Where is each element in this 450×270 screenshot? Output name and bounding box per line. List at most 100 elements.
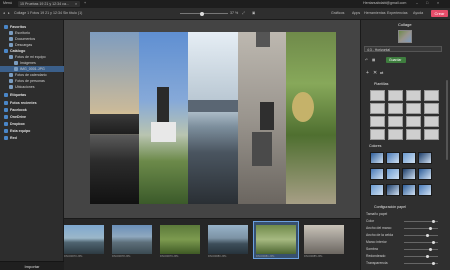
layout-template[interactable] <box>406 116 421 127</box>
undo-icon[interactable]: ↶ <box>365 58 368 62</box>
layout-template[interactable] <box>388 129 403 140</box>
sidebar-item[interactable]: OneDrive <box>0 114 64 120</box>
background-swatch[interactable] <box>402 168 416 180</box>
layout-template[interactable] <box>424 103 439 114</box>
sidebar-item[interactable]: Fotos recientes <box>0 100 64 106</box>
collage-photo-plant[interactable] <box>286 32 336 204</box>
paper-settings-section[interactable]: Configuración papel <box>364 205 444 210</box>
sidebar-item[interactable]: Esta equipo <box>0 128 64 134</box>
panel-scrollbar[interactable] <box>446 80 448 160</box>
grid-icon[interactable]: ▦ <box>372 58 375 62</box>
sidebar-item-label: Fotos de mi equipo <box>15 54 46 59</box>
layout-template[interactable] <box>388 90 403 101</box>
background-swatch[interactable] <box>418 168 432 180</box>
sidebar-item-label: Facebook <box>10 107 27 112</box>
background-swatch[interactable] <box>418 184 432 196</box>
swap-icon[interactable]: ⇄ <box>380 70 383 75</box>
collage-photo-building[interactable] <box>238 32 286 204</box>
preset-select[interactable]: 4:3 - Horizontal <box>364 46 442 52</box>
layout-template[interactable] <box>424 116 439 127</box>
collage-photo-lake-sunset[interactable] <box>90 32 139 204</box>
close-window-icon[interactable]: × <box>437 1 439 5</box>
setting-slider-knob[interactable] <box>432 261 435 265</box>
sidebar-item[interactable]: Facebook <box>0 107 64 113</box>
thumbnail[interactable]: DSC00085.JPG <box>302 222 348 258</box>
background-swatch[interactable] <box>402 152 416 164</box>
setting-slider[interactable] <box>404 235 438 236</box>
setting-slider-knob[interactable] <box>426 233 429 237</box>
add-icon[interactable]: + <box>366 70 369 76</box>
layouts-section[interactable]: Plantillas <box>364 82 444 87</box>
thumbnail[interactable]: DSC00080.JPG <box>206 222 250 258</box>
thumbnail[interactable]: DSC00079.JPG <box>158 222 202 258</box>
collage-preview[interactable] <box>90 32 336 204</box>
layout-template[interactable] <box>406 103 421 114</box>
layout-template[interactable] <box>424 90 439 101</box>
fullscreen-icon[interactable]: ⤢ <box>242 11 245 15</box>
thumbnail[interactable]: DSC00070.JPG <box>62 222 106 258</box>
setting-slider[interactable] <box>404 228 438 229</box>
setting-slider-knob[interactable] <box>429 226 432 230</box>
layout-template[interactable] <box>388 103 403 114</box>
setting-slider-knob[interactable] <box>426 254 429 258</box>
layout-template[interactable] <box>424 129 439 140</box>
back-icon[interactable]: ◂ <box>3 11 5 15</box>
forward-icon[interactable]: ▸ <box>8 11 10 15</box>
zoom-slider[interactable] <box>180 13 228 14</box>
create-button[interactable]: Crear <box>431 10 448 17</box>
layout-template[interactable] <box>370 103 385 114</box>
sidebar-item[interactable]: Red <box>0 135 64 141</box>
collage-photo-lake-mountains[interactable] <box>188 32 238 204</box>
background-swatch[interactable] <box>418 152 432 164</box>
save-preset-button[interactable]: Guardar <box>386 57 406 63</box>
menu-apps[interactable]: Apps <box>352 11 360 15</box>
thumbnail[interactable]: DSC00081.JPG <box>253 221 299 259</box>
save-preset-label: Guardar <box>389 57 402 62</box>
minimize-icon[interactable]: – <box>416 1 418 5</box>
app-menu[interactable]: Menú <box>3 1 12 5</box>
setting-slider-knob[interactable] <box>432 219 435 223</box>
background-swatch[interactable] <box>402 184 416 196</box>
document-tab[interactable]: 15 Pruebas 19 21 y 12:34 ca... × <box>18 1 80 7</box>
new-tab-icon[interactable]: + <box>84 1 86 5</box>
sidebar-item-label: Favoritos <box>10 24 27 29</box>
import-button[interactable]: Importar <box>0 261 64 270</box>
maximize-icon[interactable]: □ <box>426 1 428 5</box>
sidebar-item-label: Etiquetas <box>10 92 27 97</box>
folder-icon <box>4 101 8 105</box>
background-swatch[interactable] <box>386 184 400 196</box>
menu-experiencias[interactable]: Experiencias <box>387 11 408 15</box>
thumbnail[interactable]: DSC00078.JPG <box>110 222 154 258</box>
collage-photo-statue[interactable] <box>139 32 188 204</box>
folder-icon <box>9 73 13 77</box>
sidebar-item-label: OneDrive <box>10 114 26 119</box>
layout-template[interactable] <box>406 129 421 140</box>
colors-section[interactable]: Colores <box>364 144 444 149</box>
menu-herramientas[interactable]: Herramientas <box>364 11 386 15</box>
setting-slider[interactable] <box>404 249 438 250</box>
layout-template[interactable] <box>406 90 421 101</box>
user-email: Hentarsabdabl@gmail.com <box>363 1 407 5</box>
fit-icon[interactable]: ▣ <box>252 11 255 15</box>
background-swatch[interactable] <box>370 168 384 180</box>
layout-template[interactable] <box>370 116 385 127</box>
background-swatch[interactable] <box>386 152 400 164</box>
layout-template[interactable] <box>388 116 403 127</box>
setting-slider[interactable] <box>404 256 438 257</box>
background-swatch[interactable] <box>370 184 384 196</box>
setting-label: Ancho del marco <box>366 226 392 230</box>
layout-template[interactable] <box>370 90 385 101</box>
sidebar-item[interactable]: Etiquetas <box>0 92 64 98</box>
menu-ayuda[interactable]: Ayuda <box>413 11 423 15</box>
background-swatch[interactable] <box>370 152 384 164</box>
setting-slider-knob[interactable] <box>429 247 432 251</box>
sidebar-item[interactable]: Dropbox <box>0 121 64 127</box>
zoom-slider-knob[interactable] <box>200 11 204 16</box>
sidebar-item[interactable]: Ubicaciones <box>0 84 64 90</box>
background-swatch[interactable] <box>386 168 400 180</box>
menu-graficos[interactable]: Gráficos <box>331 11 344 15</box>
layout-template[interactable] <box>370 129 385 140</box>
delete-icon[interactable]: ✕ <box>373 70 377 76</box>
setting-slider-knob[interactable] <box>432 240 435 244</box>
close-tab-icon[interactable]: × <box>75 2 77 6</box>
